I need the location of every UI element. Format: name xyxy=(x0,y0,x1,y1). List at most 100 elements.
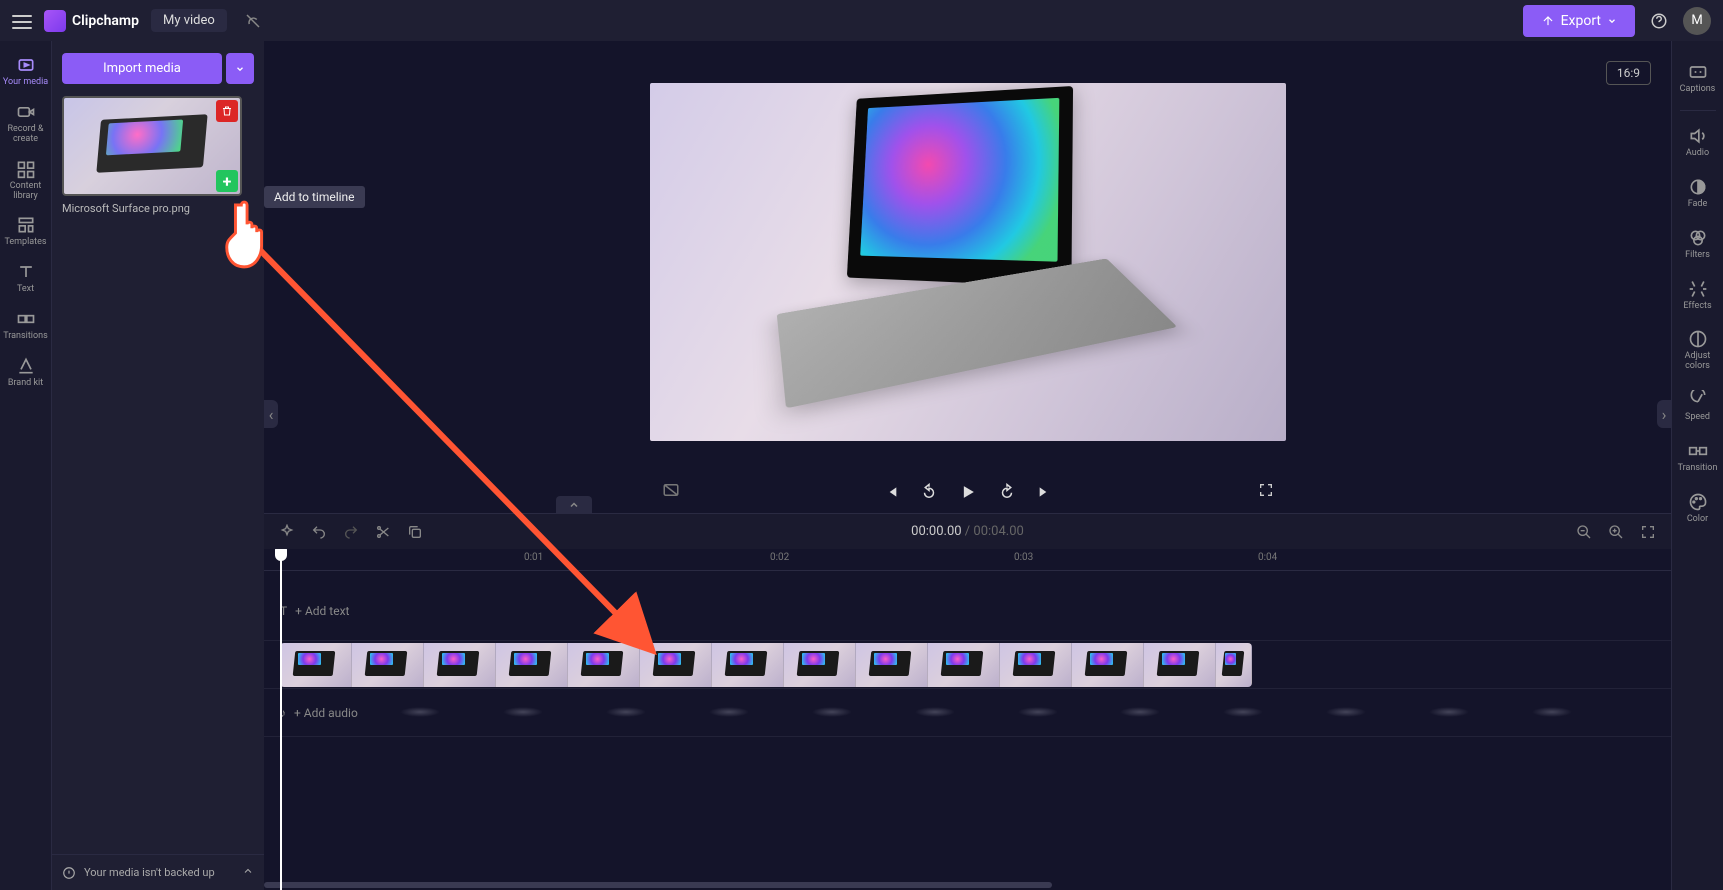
chevron-down-icon xyxy=(1607,16,1617,26)
rewind-button[interactable] xyxy=(919,482,939,502)
delete-media-button[interactable] xyxy=(216,100,238,122)
transition-icon xyxy=(1688,441,1708,461)
right-color[interactable]: Color xyxy=(1674,485,1722,532)
redo-button[interactable] xyxy=(342,523,360,541)
right-filters[interactable]: Filters xyxy=(1674,221,1722,268)
zoom-out-button[interactable] xyxy=(1575,523,1593,541)
media-icon xyxy=(16,55,36,75)
nav-label: Content library xyxy=(2,182,50,202)
add-text-button[interactable]: T + Add text xyxy=(280,604,349,618)
nav-your-media[interactable]: Your media xyxy=(2,49,50,94)
audio-track[interactable]: ♪ + Add audio xyxy=(264,689,1671,737)
right-label: Color xyxy=(1687,515,1708,525)
split-button[interactable] xyxy=(374,523,392,541)
nav-label: Brand kit xyxy=(8,379,43,389)
nav-brand-kit[interactable]: Brand kit xyxy=(2,350,50,395)
total-time: 00:04.00 xyxy=(973,524,1023,539)
import-media-button[interactable]: Import media xyxy=(62,53,222,84)
chevron-up-icon[interactable] xyxy=(242,865,254,880)
aspect-ratio-button[interactable]: 16:9 xyxy=(1606,61,1651,85)
add-text-label: + Add text xyxy=(295,604,349,618)
logo-icon xyxy=(44,10,66,32)
project-title[interactable]: My video xyxy=(151,9,227,32)
timeline[interactable]: 0:01 0:02 0:03 0:04 T + Add text xyxy=(264,549,1671,890)
preview-canvas[interactable] xyxy=(650,83,1286,441)
skip-end-button[interactable] xyxy=(1035,482,1055,502)
right-label: Fade xyxy=(1688,200,1708,210)
fullscreen-button[interactable] xyxy=(1258,482,1274,502)
effects-icon xyxy=(1688,279,1708,299)
menu-icon[interactable] xyxy=(12,11,32,31)
export-button[interactable]: Export xyxy=(1523,5,1635,37)
scrollbar-thumb[interactable] xyxy=(264,882,1052,888)
nav-record-create[interactable]: Record & create xyxy=(2,96,50,151)
nav-rail: Your media Record & create Content libra… xyxy=(0,41,52,890)
timeline-ruler[interactable]: 0:01 0:02 0:03 0:04 xyxy=(264,549,1671,571)
app-logo[interactable]: Clipchamp xyxy=(44,10,139,32)
nav-label: Templates xyxy=(4,238,46,248)
backup-status-bar[interactable]: Your media isn't backed up xyxy=(52,854,264,890)
time-display: 00:00.00 / 00:04.00 xyxy=(911,524,1024,539)
right-label: Transition xyxy=(1678,464,1718,474)
skip-start-button[interactable] xyxy=(881,482,901,502)
filters-icon xyxy=(1688,228,1708,248)
info-icon xyxy=(62,866,76,880)
right-captions[interactable]: Captions xyxy=(1674,55,1722,102)
export-label: Export xyxy=(1561,13,1601,29)
right-speed[interactable]: Speed xyxy=(1674,383,1722,430)
right-fade[interactable]: Fade xyxy=(1674,170,1722,217)
user-avatar[interactable]: M xyxy=(1683,7,1711,35)
transitions-icon xyxy=(16,309,36,329)
media-panel: Import media + Microsoft Surface pro.png xyxy=(52,41,264,890)
right-label: Audio xyxy=(1686,149,1709,159)
library-icon xyxy=(16,159,36,179)
import-dropdown-button[interactable] xyxy=(226,53,254,84)
nav-templates[interactable]: Templates xyxy=(2,209,50,254)
video-clip[interactable] xyxy=(280,643,1252,687)
nav-text[interactable]: Text xyxy=(2,256,50,301)
nav-content-library[interactable]: Content library xyxy=(2,153,50,208)
add-to-timeline-tooltip: Add to timeline xyxy=(264,186,365,208)
right-label: Effects xyxy=(1683,302,1711,312)
add-to-timeline-button[interactable]: + xyxy=(216,170,238,192)
palette-icon xyxy=(1688,492,1708,512)
nav-transitions[interactable]: Transitions xyxy=(2,303,50,348)
undo-button[interactable] xyxy=(310,523,328,541)
magic-tool-icon[interactable] xyxy=(278,523,296,541)
right-transition[interactable]: Transition xyxy=(1674,434,1722,481)
play-button[interactable] xyxy=(957,481,979,503)
media-item[interactable]: + xyxy=(62,96,242,196)
preview-zone: 16:9 xyxy=(264,41,1671,513)
text-track[interactable]: T + Add text xyxy=(264,581,1671,641)
ruler-mark: 0:03 xyxy=(1014,552,1033,563)
chevron-down-icon xyxy=(235,64,245,74)
ruler-mark: 0:04 xyxy=(1258,552,1277,563)
nav-label: Your media xyxy=(3,78,48,88)
add-audio-button[interactable]: ♪ + Add audio xyxy=(280,706,358,720)
right-label: Speed xyxy=(1685,413,1710,423)
collapse-right-panel-button[interactable]: › xyxy=(1657,400,1671,428)
backup-label: Your media isn't backed up xyxy=(84,866,215,879)
safe-zone-icon[interactable] xyxy=(662,481,680,503)
right-effects[interactable]: Effects xyxy=(1674,272,1722,319)
nav-label: Transitions xyxy=(3,332,48,342)
right-adjust-colors[interactable]: Adjust colors xyxy=(1674,322,1722,379)
right-audio[interactable]: Audio xyxy=(1674,119,1722,166)
timeline-toolbar: 00:00.00 / 00:04.00 xyxy=(264,513,1671,549)
zoom-fit-button[interactable] xyxy=(1639,523,1657,541)
app-header: Clipchamp My video Export M xyxy=(0,0,1723,41)
copy-button[interactable] xyxy=(406,523,424,541)
sync-off-icon[interactable] xyxy=(239,7,267,35)
timeline-expand-button[interactable] xyxy=(556,496,592,514)
trash-icon xyxy=(221,105,233,117)
forward-button[interactable] xyxy=(997,482,1017,502)
right-label: Adjust colors xyxy=(1674,352,1722,372)
help-icon[interactable] xyxy=(1645,7,1673,35)
video-track[interactable] xyxy=(264,641,1671,689)
timeline-scrollbar[interactable] xyxy=(264,880,1671,890)
zoom-in-button[interactable] xyxy=(1607,523,1625,541)
player-controls xyxy=(881,481,1055,503)
camera-icon xyxy=(16,102,36,122)
collapse-panel-button[interactable]: ‹ xyxy=(264,400,278,428)
audio-waveform-placeholder xyxy=(374,703,1661,721)
